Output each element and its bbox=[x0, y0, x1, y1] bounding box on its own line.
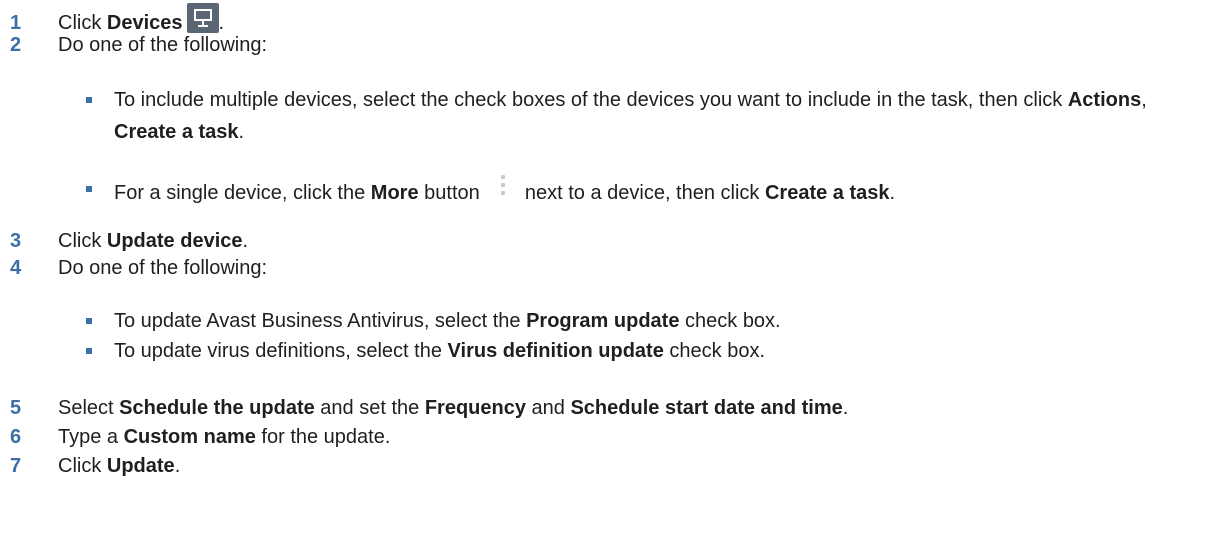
bullet-text: To include multiple devices, select the … bbox=[114, 84, 1204, 148]
step-7: 7 Click Update. bbox=[10, 453, 180, 479]
bullet-text: To update virus definitions, select the … bbox=[114, 335, 765, 367]
bullet-single-device: For a single device, click the More butt… bbox=[86, 173, 895, 209]
text-run: To include multiple devices, select the … bbox=[114, 89, 1068, 111]
bullet-program-update: To update Avast Business Antivirus, sele… bbox=[86, 305, 781, 337]
step-number: 4 bbox=[10, 257, 22, 279]
step-3: 3 Click Update device. bbox=[10, 228, 248, 254]
step-4: 4 Do one of the following: bbox=[10, 255, 267, 281]
step-5: 5 Select Schedule the update and set the… bbox=[10, 395, 848, 421]
bold-more: More bbox=[370, 182, 419, 204]
bullet-marker bbox=[86, 97, 92, 103]
text-run: Click bbox=[58, 230, 107, 252]
bold-update: Update bbox=[106, 455, 175, 477]
bold-update-device: Update device bbox=[106, 230, 243, 252]
step-number: 7 bbox=[10, 455, 22, 477]
bold-actions: Actions bbox=[1067, 89, 1142, 111]
text-run: Type a bbox=[58, 426, 124, 448]
bold-schedule-update: Schedule the update bbox=[119, 397, 315, 419]
step-6: 6 Type a Custom name for the update. bbox=[10, 424, 390, 450]
bold-devices: Devices bbox=[106, 12, 183, 34]
text-run: check box. bbox=[679, 310, 781, 332]
text-run: , bbox=[1141, 89, 1147, 111]
step-number: 5 bbox=[10, 397, 22, 419]
step-text: Type a Custom name for the update. bbox=[58, 424, 390, 450]
bullet-multiple-devices: To include multiple devices, select the … bbox=[86, 84, 1204, 148]
text-run: . bbox=[842, 397, 849, 419]
step-number: 2 bbox=[10, 34, 22, 56]
text-run: next to a device, then click bbox=[519, 182, 765, 204]
monitor-icon bbox=[186, 3, 219, 33]
step-text: Click Update. bbox=[58, 453, 180, 479]
text-run: Click bbox=[58, 12, 107, 34]
step-number: 6 bbox=[10, 426, 22, 448]
bold-create-task: Create a task bbox=[764, 182, 890, 204]
bold-create-task: Create a task bbox=[114, 121, 239, 143]
bullet-marker bbox=[86, 186, 92, 192]
bullet-marker bbox=[86, 318, 92, 324]
text-run: and set the bbox=[314, 397, 425, 419]
text-run: . bbox=[889, 182, 896, 204]
text-run: . bbox=[238, 121, 245, 143]
text-run: for the update. bbox=[255, 426, 391, 448]
step-text: Select Schedule the update and set the F… bbox=[58, 395, 848, 421]
text-run: . bbox=[218, 12, 225, 34]
step-text: Click Update device. bbox=[58, 228, 248, 254]
bullet-marker bbox=[86, 348, 92, 354]
text-run: For a single device, click the bbox=[114, 182, 371, 204]
bold-custom-name: Custom name bbox=[123, 426, 256, 448]
bold-frequency: Frequency bbox=[424, 397, 526, 419]
bullet-virus-definition-update: To update virus definitions, select the … bbox=[86, 335, 765, 367]
instructions-document: 1 Click Devices. 2 Do one of the followi… bbox=[0, 0, 1210, 549]
text-run: and bbox=[525, 397, 571, 419]
text-run: To update Avast Business Antivirus, sele… bbox=[114, 310, 527, 332]
bullet-text: To update Avast Business Antivirus, sele… bbox=[114, 305, 781, 337]
bullet-text: For a single device, click the More butt… bbox=[114, 173, 895, 209]
more-vertical-icon bbox=[485, 173, 519, 201]
text-run: . bbox=[242, 230, 249, 252]
text-run: . bbox=[174, 455, 181, 477]
text-run: Select bbox=[58, 397, 120, 419]
text-run: check box. bbox=[663, 340, 766, 362]
step-text: Do one of the following: bbox=[58, 34, 268, 56]
text-run: To update virus definitions, select the bbox=[114, 340, 448, 362]
step-text: Do one of the following: bbox=[58, 257, 268, 279]
step-number: 3 bbox=[10, 230, 22, 252]
bold-schedule-start: Schedule start date and time bbox=[570, 397, 843, 419]
bold-program-update: Program update bbox=[526, 310, 680, 332]
text-run: Click bbox=[58, 455, 107, 477]
text-run: button bbox=[418, 182, 486, 204]
bold-virus-definition-update: Virus definition update bbox=[447, 340, 664, 362]
step-2: 2 Do one of the following: bbox=[10, 32, 267, 58]
